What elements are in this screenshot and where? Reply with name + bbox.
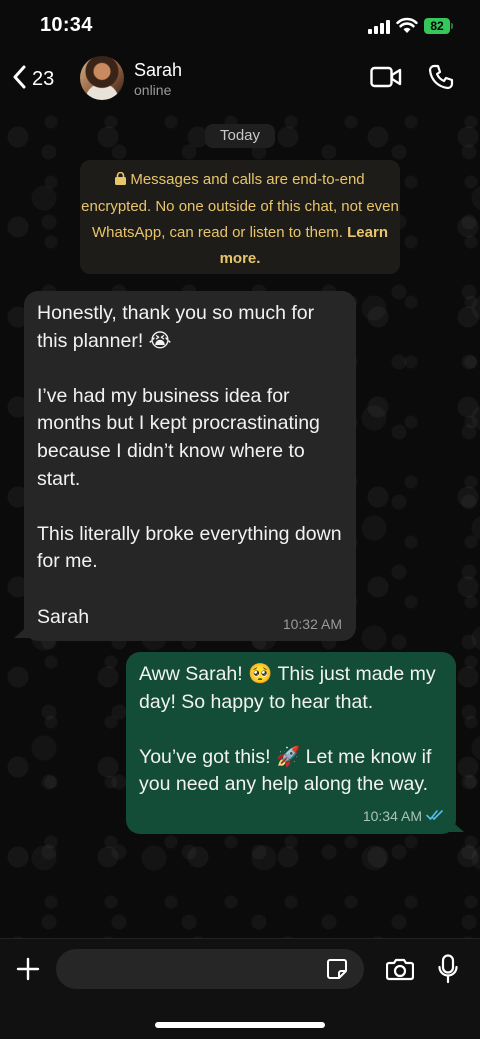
sticker-button[interactable]	[326, 958, 348, 985]
attach-button[interactable]	[16, 957, 40, 986]
encryption-notice[interactable]: Messages and calls are end-to-end encryp…	[80, 160, 400, 274]
camera-icon	[385, 958, 415, 981]
voice-call-button[interactable]	[428, 64, 454, 95]
date-separator: Today	[205, 124, 275, 148]
home-indicator[interactable]	[155, 1022, 325, 1028]
chevron-left-icon	[12, 65, 26, 94]
status-bar: 10:34 82	[0, 0, 480, 50]
chat-header: 23 Sarah online	[0, 50, 480, 110]
contact-status: online	[134, 82, 172, 98]
plus-icon	[16, 957, 40, 981]
lock-icon	[115, 168, 127, 194]
contact-name[interactable]: Sarah	[134, 60, 182, 81]
message-meta: 10:34 AM	[363, 808, 444, 824]
battery-cap	[451, 23, 453, 29]
phone-icon	[428, 64, 454, 90]
incoming-message[interactable]: Honestly, thank you so much for this pla…	[24, 291, 356, 641]
avatar[interactable]	[80, 56, 124, 100]
wifi-icon	[396, 17, 418, 39]
double-check-icon	[426, 808, 444, 824]
microphone-icon	[438, 954, 458, 984]
unread-count: 23	[32, 68, 55, 90]
video-camera-icon	[370, 66, 402, 88]
message-text: Honestly, thank you so much for this pla…	[37, 302, 342, 628]
incoming-bubble-tail	[14, 624, 30, 638]
back-button[interactable]: 23	[12, 65, 54, 94]
message-text: Aww Sarah! 🥺 This just made my day! So h…	[139, 663, 436, 796]
video-call-button[interactable]	[370, 66, 402, 93]
message-input[interactable]	[56, 949, 364, 989]
outgoing-message[interactable]: Aww Sarah! 🥺 This just made my day! So h…	[126, 652, 456, 834]
camera-button[interactable]	[385, 957, 415, 986]
signal-icon	[368, 20, 390, 39]
outgoing-bubble-tail	[448, 818, 464, 832]
microphone-button[interactable]	[438, 954, 458, 989]
message-time: 10:34 AM	[362, 808, 422, 824]
battery-icon: 82	[424, 18, 450, 34]
status-time: 10:34	[40, 14, 93, 36]
message-time: 10:32 AM	[282, 616, 342, 632]
sticker-icon	[327, 959, 347, 979]
